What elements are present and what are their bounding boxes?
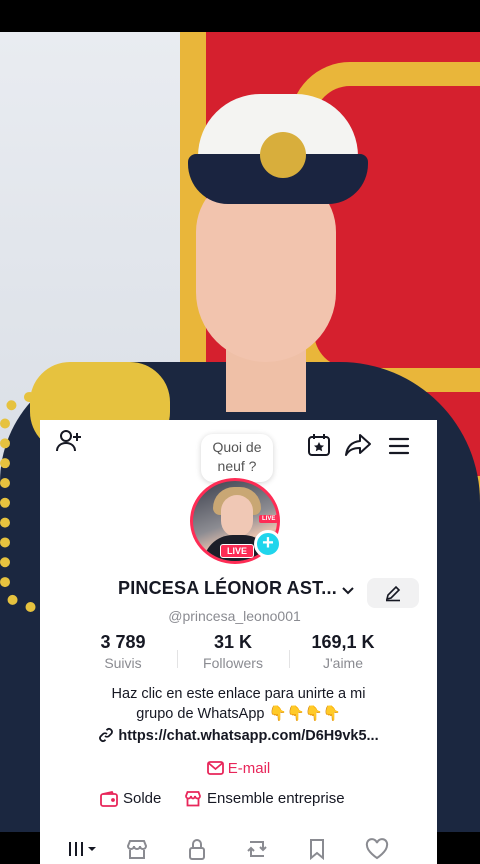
stat-likes[interactable]: 169,1 K J'aime [293,632,393,671]
menu-icon[interactable] [384,431,414,461]
bookmark-icon [310,839,324,860]
username: @princesa_leono001 [168,608,301,624]
chevron-down-icon[interactable] [340,584,356,602]
following-count: 3 789 [100,632,146,652]
heart-icon [365,838,389,860]
following-label: Suivis [104,655,142,671]
content-tabs [40,830,437,864]
pencil-icon [385,585,401,602]
email-label: E-mail [227,760,271,777]
stat-divider [177,650,178,668]
wallet-icon [100,790,118,807]
avatar-inner-live-tag: LIVE [259,515,277,523]
stat-divider [289,650,290,668]
tab-shop[interactable] [122,836,152,862]
lock-icon [189,839,205,860]
edit-profile-button[interactable] [367,578,419,608]
live-badge: LIVE [220,544,255,558]
share-icon[interactable] [343,430,373,460]
business-suite-button[interactable]: Ensemble entreprise [184,790,345,807]
display-name: PINCESA LÉONOR AST... [118,578,337,598]
storefront-icon [185,791,201,807]
add-story-button[interactable]: + [254,530,282,558]
link-icon [99,728,114,742]
repost-icon [247,841,267,857]
bio: Haz clic en este enlace para unirte a mi… [60,684,417,724]
business-suite-label: Ensemble entreprise [207,790,345,807]
events-calendar-icon[interactable] [304,430,334,460]
profile-card: Quoi de neuf ? LIVE LIVE + PINCESA LÉONO… [40,420,437,864]
tab-reposts[interactable] [242,836,272,862]
stat-followers[interactable]: 31 K Followers [183,632,283,671]
tab-favorites[interactable] [302,836,332,862]
likes-label: J'aime [322,655,364,671]
avatar[interactable]: LIVE LIVE + [190,478,284,564]
name-row: PINCESA LÉONOR AST... [40,578,437,608]
mail-icon [206,761,224,775]
bio-line-2: grupo de WhatsApp 👇👇👇👇 [136,706,341,722]
stat-following[interactable]: 3 789 Suivis [73,632,173,671]
likes-count: 169,1 K [311,632,375,652]
bio-link[interactable]: https://chat.whatsapp.com/D6H9vk5... [40,727,437,744]
tab-private[interactable] [182,836,212,862]
followers-label: Followers [203,655,263,671]
add-friend-icon[interactable] [54,426,84,456]
tab-liked[interactable] [362,836,392,862]
bio-link-text: https://chat.whatsapp.com/D6H9vk5... [118,728,379,744]
balance-label: Solde [123,790,162,807]
bio-line-1: Haz clic en este enlace para unirte a mi [111,686,366,702]
shop-row: Solde Ensemble entreprise [40,790,437,816]
shop-icon [126,840,148,859]
followers-count: 31 K [213,632,253,652]
grid-icon [69,842,96,856]
tab-videos[interactable] [64,836,100,862]
whats-new-bubble[interactable]: Quoi de neuf ? [201,434,273,482]
balance-button[interactable]: Solde [100,790,161,807]
email-button[interactable]: E-mail [40,760,437,777]
stats-row: 3 789 Suivis 31 K Followers 169,1 K J'ai… [40,632,437,682]
